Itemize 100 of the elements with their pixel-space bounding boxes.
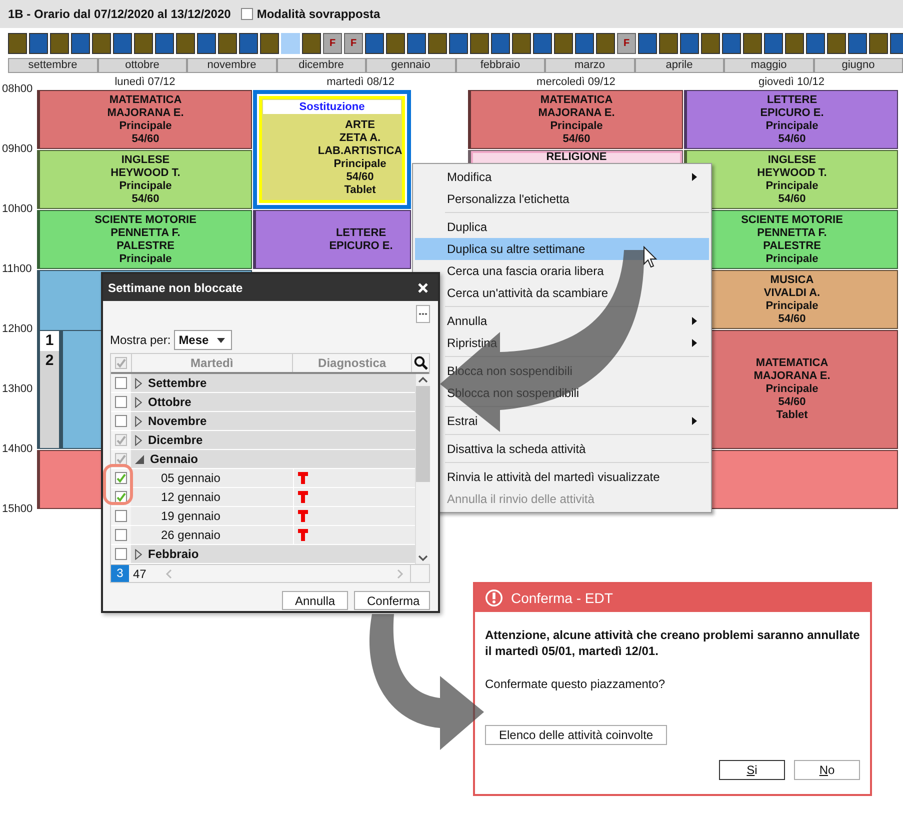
checkbox[interactable] bbox=[115, 377, 127, 389]
menu-item[interactable]: Duplica su altre settimane bbox=[415, 238, 709, 260]
lesson-block[interactable]: SCIENTE MOTORIE PENNETTA F. PALESTRE Principale bbox=[37, 210, 252, 269]
default-button[interactable]: Si bbox=[719, 760, 785, 780]
week-cell[interactable] bbox=[869, 33, 888, 54]
week-cell[interactable] bbox=[449, 33, 468, 54]
expand-triangle-icon[interactable] bbox=[135, 548, 142, 560]
week-cell[interactable] bbox=[407, 33, 426, 54]
lesson-block[interactable]: LETTERE EPICURO E. bbox=[253, 210, 411, 269]
week-cell[interactable] bbox=[680, 33, 699, 54]
week-cell[interactable] bbox=[365, 33, 384, 54]
checkbox[interactable] bbox=[115, 529, 127, 541]
lesson-text: MAJORANA E. bbox=[538, 106, 615, 120]
lesson-block[interactable]: INGLESE HEYWOOD T. Principale 54/60 bbox=[684, 150, 898, 209]
lesson-text: Principale bbox=[550, 120, 603, 132]
close-button[interactable] bbox=[416, 280, 430, 294]
confirm-button[interactable]: Conferma bbox=[354, 591, 430, 610]
expand-triangle-icon[interactable] bbox=[135, 396, 142, 408]
week-cell[interactable] bbox=[764, 33, 783, 54]
week-cell[interactable] bbox=[512, 33, 531, 54]
lesson-text: 54/60 bbox=[778, 312, 806, 326]
checkbox[interactable] bbox=[115, 510, 127, 522]
lesson-text: 54/60 bbox=[562, 132, 590, 146]
month-label: dicembre bbox=[276, 58, 366, 73]
checkbox[interactable] bbox=[240, 8, 253, 20]
list-button[interactable]: Elenco delle attività coinvolte bbox=[485, 725, 668, 745]
week-cell[interactable] bbox=[29, 33, 48, 54]
lesson-block[interactable]: INGLESE HEYWOOD T. Principale 54/60 bbox=[37, 150, 252, 209]
week-cell[interactable] bbox=[428, 33, 447, 54]
lesson-block[interactable]: Sostituzione ARTE ZETA A. LAB.ARTISTICA Principale 54/60 Tablet bbox=[253, 90, 411, 209]
expand-triangle-icon[interactable] bbox=[135, 416, 142, 426]
lesson-text: LETTERE bbox=[766, 94, 818, 106]
group-label: Novembre bbox=[148, 414, 207, 428]
week-label: 19 gennaio bbox=[161, 509, 220, 523]
week-cell[interactable] bbox=[113, 33, 132, 54]
week-cell[interactable] bbox=[722, 33, 741, 54]
group-number[interactable]: 2 bbox=[40, 351, 59, 371]
week-cell[interactable] bbox=[176, 33, 195, 54]
week-cell[interactable] bbox=[806, 33, 825, 54]
week-cell[interactable] bbox=[827, 33, 846, 54]
week-cell[interactable]: F bbox=[323, 33, 342, 54]
lesson-text: MAJORANA E. bbox=[107, 106, 184, 120]
week-cell[interactable] bbox=[659, 33, 678, 54]
week-cell[interactable]: F bbox=[617, 33, 636, 54]
week-cell[interactable] bbox=[638, 33, 657, 54]
scrollbar-thumb[interactable] bbox=[416, 386, 430, 482]
week-cell[interactable] bbox=[701, 33, 720, 54]
week-cell[interactable] bbox=[554, 33, 573, 54]
checkbox[interactable] bbox=[115, 472, 127, 484]
hour-label: 14h00 bbox=[1, 443, 33, 456]
week-cell[interactable] bbox=[134, 33, 153, 54]
week-cell[interactable] bbox=[302, 33, 321, 54]
week-cell[interactable] bbox=[533, 33, 552, 54]
week-cell[interactable] bbox=[743, 33, 762, 54]
week-cell[interactable] bbox=[575, 33, 594, 54]
group-label: Ottobre bbox=[148, 395, 192, 409]
week-cell[interactable] bbox=[260, 33, 279, 54]
week-cell[interactable] bbox=[491, 33, 510, 54]
lesson-block[interactable]: MATEMATICA MAJORANA E. Principale 54/60 bbox=[37, 90, 252, 149]
expand-triangle-icon[interactable] bbox=[135, 378, 142, 388]
checkbox[interactable] bbox=[115, 491, 127, 503]
week-cell[interactable] bbox=[470, 33, 489, 54]
week-cell[interactable] bbox=[386, 33, 405, 54]
week-cell[interactable] bbox=[218, 33, 237, 54]
week-cell[interactable] bbox=[785, 33, 804, 54]
week-cell[interactable] bbox=[71, 33, 90, 54]
month-label: gennaio bbox=[366, 58, 456, 73]
cancel-button[interactable]: Annulla bbox=[282, 591, 348, 610]
lesson-text: ZETA A. bbox=[339, 132, 381, 145]
week-cell[interactable] bbox=[596, 33, 615, 54]
menu-item[interactable]: Rinvia le attività del martedì visualizzate bbox=[415, 466, 709, 488]
lesson-block[interactable]: MATEMATICA MAJORANA E. Principale 54/60 bbox=[468, 90, 683, 149]
week-cell[interactable] bbox=[92, 33, 111, 54]
week-cell[interactable] bbox=[239, 33, 258, 54]
lesson-block[interactable]: LETTERE EPICURO E. Principale 54/60 bbox=[684, 90, 898, 149]
checkbox[interactable] bbox=[115, 415, 127, 427]
week-cell[interactable] bbox=[848, 33, 867, 54]
warning-message: Attenzione, alcune attività che creano problemi saranno annullate il martedì 05/01, martedì 12/01. bbox=[485, 627, 860, 659]
scrollbar[interactable] bbox=[415, 374, 430, 564]
lesson-text: MATEMATICA bbox=[756, 357, 828, 370]
week-cell[interactable]: F bbox=[344, 33, 363, 54]
scroll-left-icon[interactable] bbox=[165, 568, 172, 578]
search-icon[interactable] bbox=[411, 354, 429, 372]
lesson-text: PENNETTA F. bbox=[757, 226, 827, 240]
checkbox[interactable] bbox=[115, 548, 127, 560]
checkbox[interactable] bbox=[115, 396, 127, 408]
dialog-button[interactable]: No bbox=[794, 760, 860, 780]
group-number[interactable]: 1 bbox=[40, 331, 59, 351]
lesson-text: SCIENTE MOTORIE bbox=[741, 214, 843, 226]
week-cell[interactable] bbox=[155, 33, 174, 54]
substitution-banner: Sostituzione bbox=[263, 100, 401, 114]
show-by-select[interactable]: Mese bbox=[174, 330, 232, 350]
lesson-text: 54/60 bbox=[778, 132, 806, 146]
week-cell[interactable] bbox=[50, 33, 69, 54]
scroll-right-icon[interactable] bbox=[397, 568, 404, 578]
lesson-text: VIVALDI A. bbox=[764, 286, 820, 300]
hour-label: 08h00 bbox=[1, 83, 33, 96]
week-cell[interactable] bbox=[197, 33, 216, 54]
week-cell[interactable] bbox=[8, 33, 27, 54]
options-button[interactable] bbox=[416, 305, 430, 323]
